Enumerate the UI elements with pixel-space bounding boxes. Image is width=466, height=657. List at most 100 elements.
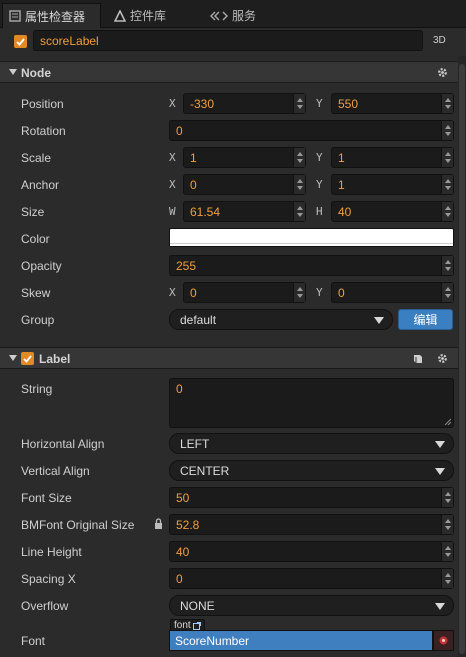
stepper[interactable] — [293, 148, 305, 167]
position-x-axis: X — [169, 97, 176, 110]
book-icon[interactable] — [412, 353, 423, 364]
scrollbar-thumb[interactable] — [459, 64, 465, 654]
tab-widgets[interactable]: 控件库 — [108, 3, 198, 28]
overflow-dropdown[interactable]: NONE — [169, 595, 454, 616]
opacity-label: Opacity — [21, 259, 62, 273]
anchor-y-input[interactable]: 1 — [331, 174, 454, 195]
triangle-icon — [114, 9, 126, 22]
v-align-dropdown[interactable]: CENTER — [169, 460, 454, 481]
stepper[interactable] — [441, 94, 453, 113]
skew-y-input[interactable]: 0 — [331, 282, 454, 303]
gear-icon[interactable] — [437, 353, 448, 364]
skew-x-axis: X — [169, 286, 176, 299]
stepper[interactable] — [293, 283, 305, 302]
skew-x-value: 0 — [190, 285, 197, 300]
anchor-y-axis: Y — [316, 178, 323, 191]
asset-picker-icon — [439, 636, 448, 645]
stepper[interactable] — [441, 121, 453, 140]
spacing-x-label: Spacing X — [21, 572, 76, 586]
rotation-value: 0 — [176, 123, 183, 138]
checkmark-icon — [16, 38, 25, 46]
node-name-input[interactable]: scoreLabel — [33, 30, 423, 51]
font-asset-picker[interactable] — [433, 630, 454, 651]
skew-x-input[interactable]: 0 — [183, 282, 306, 303]
scale-x-input[interactable]: 1 — [183, 147, 306, 168]
chevron-down-icon — [435, 468, 445, 475]
scrollbar[interactable] — [458, 56, 466, 657]
v-align-value: CENTER — [180, 463, 230, 478]
string-textarea[interactable]: 0 — [169, 378, 454, 428]
node-section-header[interactable]: Node — [0, 61, 466, 83]
stepper[interactable] — [441, 569, 453, 588]
opacity-input[interactable]: 255 — [169, 255, 454, 276]
line-height-label: Line Height — [21, 545, 82, 559]
color-swatch[interactable] — [169, 228, 454, 247]
size-h-input[interactable]: 40 — [331, 201, 454, 222]
font-size-value: 50 — [176, 490, 190, 505]
line-height-value: 40 — [176, 544, 190, 559]
font-asset-field[interactable]: ScoreNumber — [169, 630, 433, 651]
position-y-axis: Y — [316, 97, 323, 110]
color-label: Color — [21, 232, 50, 246]
bmfont-input[interactable]: 52.8 — [169, 514, 454, 535]
size-h-value: 40 — [338, 204, 352, 219]
position-x-input[interactable]: -330 — [183, 93, 306, 114]
position-y-input[interactable]: 550 — [331, 93, 454, 114]
collapse-icon[interactable] — [9, 355, 17, 361]
lock-icon — [155, 518, 162, 529]
anchor-x-input[interactable]: 0 — [183, 174, 306, 195]
node-active-checkbox[interactable] — [14, 35, 27, 48]
overflow-label: Overflow — [21, 599, 69, 613]
anchor-label: Anchor — [21, 178, 60, 192]
tab-label: 服务 — [232, 9, 257, 23]
scale-y-input[interactable]: 1 — [331, 147, 454, 168]
position-label: Position — [21, 97, 64, 111]
size-w-input[interactable]: 61.54 — [183, 201, 306, 222]
chevron-down-icon — [435, 603, 445, 610]
mode-3d-toggle[interactable]: 3D — [433, 35, 446, 46]
stepper[interactable] — [441, 542, 453, 561]
stepper[interactable] — [441, 283, 453, 302]
stepper[interactable] — [293, 94, 305, 113]
line-height-input[interactable]: 40 — [169, 541, 454, 562]
checkmark-icon — [23, 355, 32, 363]
bmfont-value: 52.8 — [176, 517, 200, 532]
stepper[interactable] — [441, 175, 453, 194]
gear-icon[interactable] — [437, 67, 448, 78]
stepper[interactable] — [441, 148, 453, 167]
skew-y-value: 0 — [338, 285, 345, 300]
tab-bar: 属性检查器 控件库 服务 — [0, 0, 466, 28]
stepper[interactable] — [441, 202, 453, 221]
position-x-value: -330 — [190, 96, 215, 111]
stepper[interactable] — [441, 488, 453, 507]
node-section-title: Node — [21, 66, 51, 80]
tab-services[interactable]: 服务 — [204, 3, 274, 28]
group-dropdown[interactable]: default — [169, 309, 393, 330]
group-label: Group — [21, 313, 55, 327]
stepper[interactable] — [441, 256, 453, 275]
resize-handle-icon[interactable] — [444, 418, 451, 425]
stepper[interactable] — [441, 515, 453, 534]
size-w-axis: W — [169, 205, 176, 218]
v-align-label: Vertical Align — [21, 464, 90, 478]
spacing-x-input[interactable]: 0 — [169, 568, 454, 589]
collapse-icon[interactable] — [9, 69, 17, 75]
scale-x-axis: X — [169, 151, 176, 164]
rotation-input[interactable]: 0 — [169, 120, 454, 141]
label-enabled-checkbox[interactable] — [21, 352, 34, 365]
scale-label: Scale — [21, 151, 52, 165]
h-align-dropdown[interactable]: LEFT — [169, 433, 454, 454]
external-link-icon — [192, 621, 201, 630]
group-edit-button[interactable]: 编辑 — [398, 309, 453, 330]
font-size-input[interactable]: 50 — [169, 487, 454, 508]
spacing-x-value: 0 — [176, 571, 183, 586]
label-section-header[interactable]: Label — [0, 347, 466, 369]
size-h-axis: H — [316, 205, 323, 218]
node-header: scoreLabel 3D — [0, 28, 466, 56]
scale-y-value: 1 — [338, 150, 345, 165]
font-label: Font — [21, 634, 46, 648]
stepper[interactable] — [293, 202, 305, 221]
stepper[interactable] — [293, 175, 305, 194]
tab-inspector[interactable]: 属性检查器 — [2, 3, 101, 28]
string-value: 0 — [176, 382, 183, 396]
